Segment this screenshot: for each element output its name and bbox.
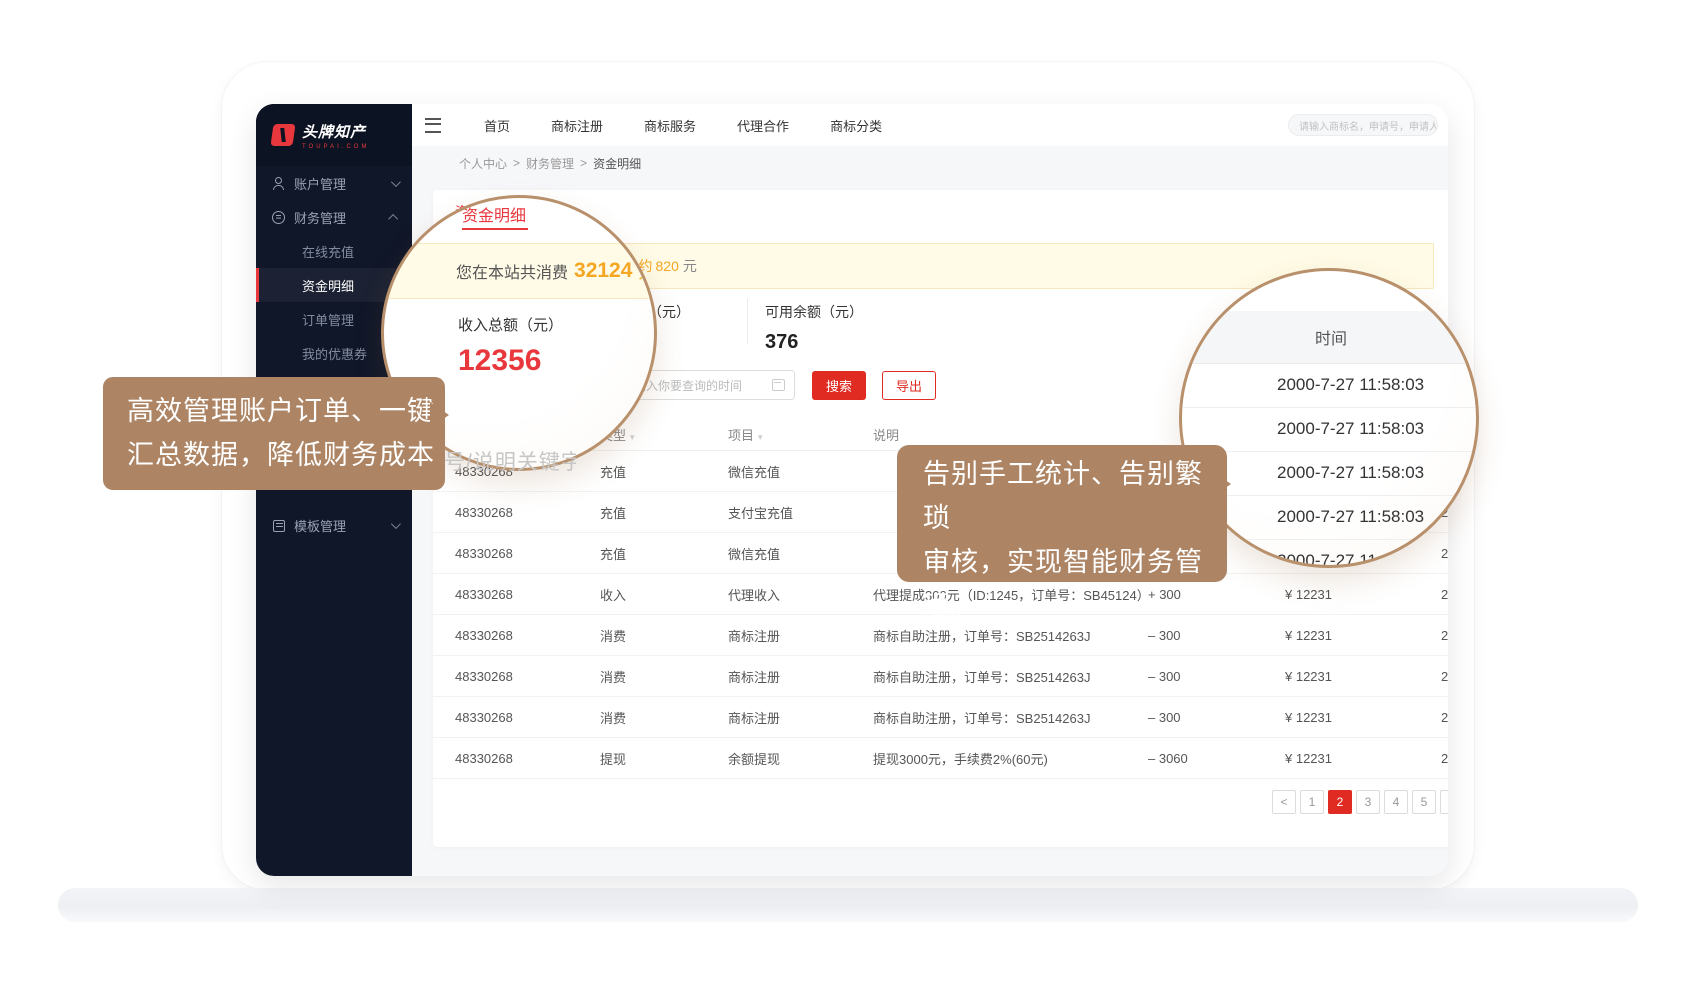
sidebar-item-label: 在线充值 <box>302 242 354 261</box>
sidebar-item-templates[interactable]: 模板管理 <box>256 508 412 542</box>
calendar-icon <box>772 379 785 391</box>
pagination-page-button[interactable]: 5 <box>1412 790 1436 814</box>
user-icon <box>272 177 285 190</box>
callout-right-line1: 告别手工统计、告别繁琐 <box>923 452 1227 540</box>
banner-suffix: 820 <box>656 258 679 274</box>
stat-balance-label: 可用余额（元） <box>765 302 863 322</box>
lens-income-label: 收入总额（元） <box>458 314 563 335</box>
lens-time-header: 时间 <box>1182 311 1476 364</box>
callout-left: 高效管理账户订单、一键 汇总数据，降低财务成本 <box>103 377 445 490</box>
sidebar: 头牌知产 TOUPAI.COM 账户管理 财务管理 在线充值 资金明细 <box>256 104 412 876</box>
table-row[interactable]: 48330268提现 余额提现提现3000元，手续费2%(60元) – 3060… <box>433 738 1448 779</box>
col-header-desc: 说明 <box>873 425 1148 444</box>
sort-caret-icon: ▾ <box>758 432 763 442</box>
callout-left-line1: 高效管理账户订单、一键 <box>127 389 445 433</box>
nav-item-trademark-service[interactable]: 商标服务 <box>644 116 696 135</box>
lens-tab-label: 资金明细 <box>462 202 526 226</box>
table-row[interactable]: 48330268消费 商标注册商标自助注册，订单号：SB2514263J – 3… <box>433 656 1448 697</box>
breadcrumb-item[interactable]: 个人中心 <box>459 155 507 172</box>
nav-item-trademark-class[interactable]: 商标分类 <box>830 116 882 135</box>
sort-caret-icon: ▾ <box>630 432 635 442</box>
search-placeholder: 请输入商标名，申请号，申请人 <box>1299 118 1438 133</box>
logo-subtext: TOUPAI.COM <box>302 144 369 150</box>
breadcrumb-separator: > <box>580 156 587 170</box>
nav-item-trademark-register[interactable]: 商标注册 <box>551 116 603 135</box>
callout-right-line2: 审核，实现智能财务管 <box>923 540 1227 584</box>
pagination-next-button[interactable] <box>1440 790 1448 814</box>
pagination-page-button[interactable]: 3 <box>1356 790 1380 814</box>
banner-unit: 元 <box>683 256 697 276</box>
col-header-project[interactable]: 项目▾ <box>728 425 873 444</box>
trademark-search-input[interactable]: 请输入商标名，申请号，申请人 <box>1288 114 1438 136</box>
lens-time-row: 2000-7-27 11:58:03 <box>1182 407 1476 452</box>
sidebar-item-label: 财务管理 <box>294 208 346 227</box>
top-navbar: 首页 商标注册 商标服务 代理合作 商标分类 请输入商标名，申请号，申请人 <box>412 104 1448 147</box>
stat-divider <box>747 298 748 344</box>
nav-menu: 首页 商标注册 商标服务 代理合作 商标分类 <box>484 116 882 135</box>
logo[interactable]: 头牌知产 TOUPAI.COM <box>256 104 412 166</box>
callout-right-line3: 理。 <box>923 584 1227 628</box>
lens-tab-underline <box>462 228 528 230</box>
chevron-up-icon <box>388 213 398 223</box>
breadcrumb-item[interactable]: 财务管理 <box>526 155 574 172</box>
lens-banner-prefix: 您在本站共消费 <box>456 259 568 283</box>
marketing-screenshot: 头牌知产 TOUPAI.COM 账户管理 财务管理 在线充值 资金明细 <box>0 0 1696 1002</box>
chevron-down-icon <box>391 519 401 529</box>
breadcrumb-separator: > <box>513 156 520 170</box>
search-button[interactable]: 搜索 <box>812 371 866 400</box>
lens-time-row: 2000-7-27 11:58:03 <box>1182 363 1476 408</box>
export-button[interactable]: 导出 <box>882 371 936 400</box>
sidebar-item-label: 资金明细 <box>302 276 354 295</box>
stat-balance-value: 376 <box>765 331 863 354</box>
pagination-prev-button[interactable]: < <box>1272 790 1296 814</box>
nav-item-home[interactable]: 首页 <box>484 116 510 135</box>
template-icon <box>272 519 285 532</box>
chevron-down-icon <box>391 177 401 187</box>
menu-icon[interactable] <box>425 118 441 133</box>
lens-income-value: 12356 <box>458 344 541 378</box>
laptop-base <box>58 888 1638 922</box>
logo-icon <box>270 124 295 146</box>
finance-icon <box>272 211 285 224</box>
lens-banner-amount: 32124 <box>574 259 632 283</box>
pagination-page-button[interactable]: 1 <box>1300 790 1324 814</box>
sidebar-item-label: 账户管理 <box>294 174 346 193</box>
nav-item-agent[interactable]: 代理合作 <box>737 116 789 135</box>
logo-title: 头牌知产 <box>302 121 369 142</box>
sidebar-item-label: 模板管理 <box>294 516 346 535</box>
callout-right: 告别手工统计、告别繁琐 审核，实现智能财务管 理。 <box>897 445 1227 582</box>
pagination-page-button-active[interactable]: 2 <box>1328 790 1352 814</box>
callout-left-line2: 汇总数据，降低财务成本 <box>127 433 445 477</box>
stat-balance: 可用余额（元） 376 <box>765 302 863 354</box>
sidebar-item-account[interactable]: 账户管理 <box>256 166 412 200</box>
pagination: < 1 2 3 4 5 <box>1272 790 1448 814</box>
sidebar-item-label: 订单管理 <box>302 310 354 329</box>
breadcrumb-current: 资金明细 <box>593 155 641 172</box>
sidebar-item-label: 我的优惠券 <box>302 344 367 363</box>
sidebar-item-finance[interactable]: 财务管理 <box>256 200 412 234</box>
pagination-page-button[interactable]: 4 <box>1384 790 1408 814</box>
breadcrumb: 个人中心 > 财务管理 > 资金明细 <box>412 146 1448 180</box>
lens-banner: 您在本站共消费 32124 大约 <box>382 243 656 299</box>
table-row[interactable]: 48330268消费 商标注册商标自助注册，订单号：SB2514263J – 3… <box>433 697 1448 738</box>
